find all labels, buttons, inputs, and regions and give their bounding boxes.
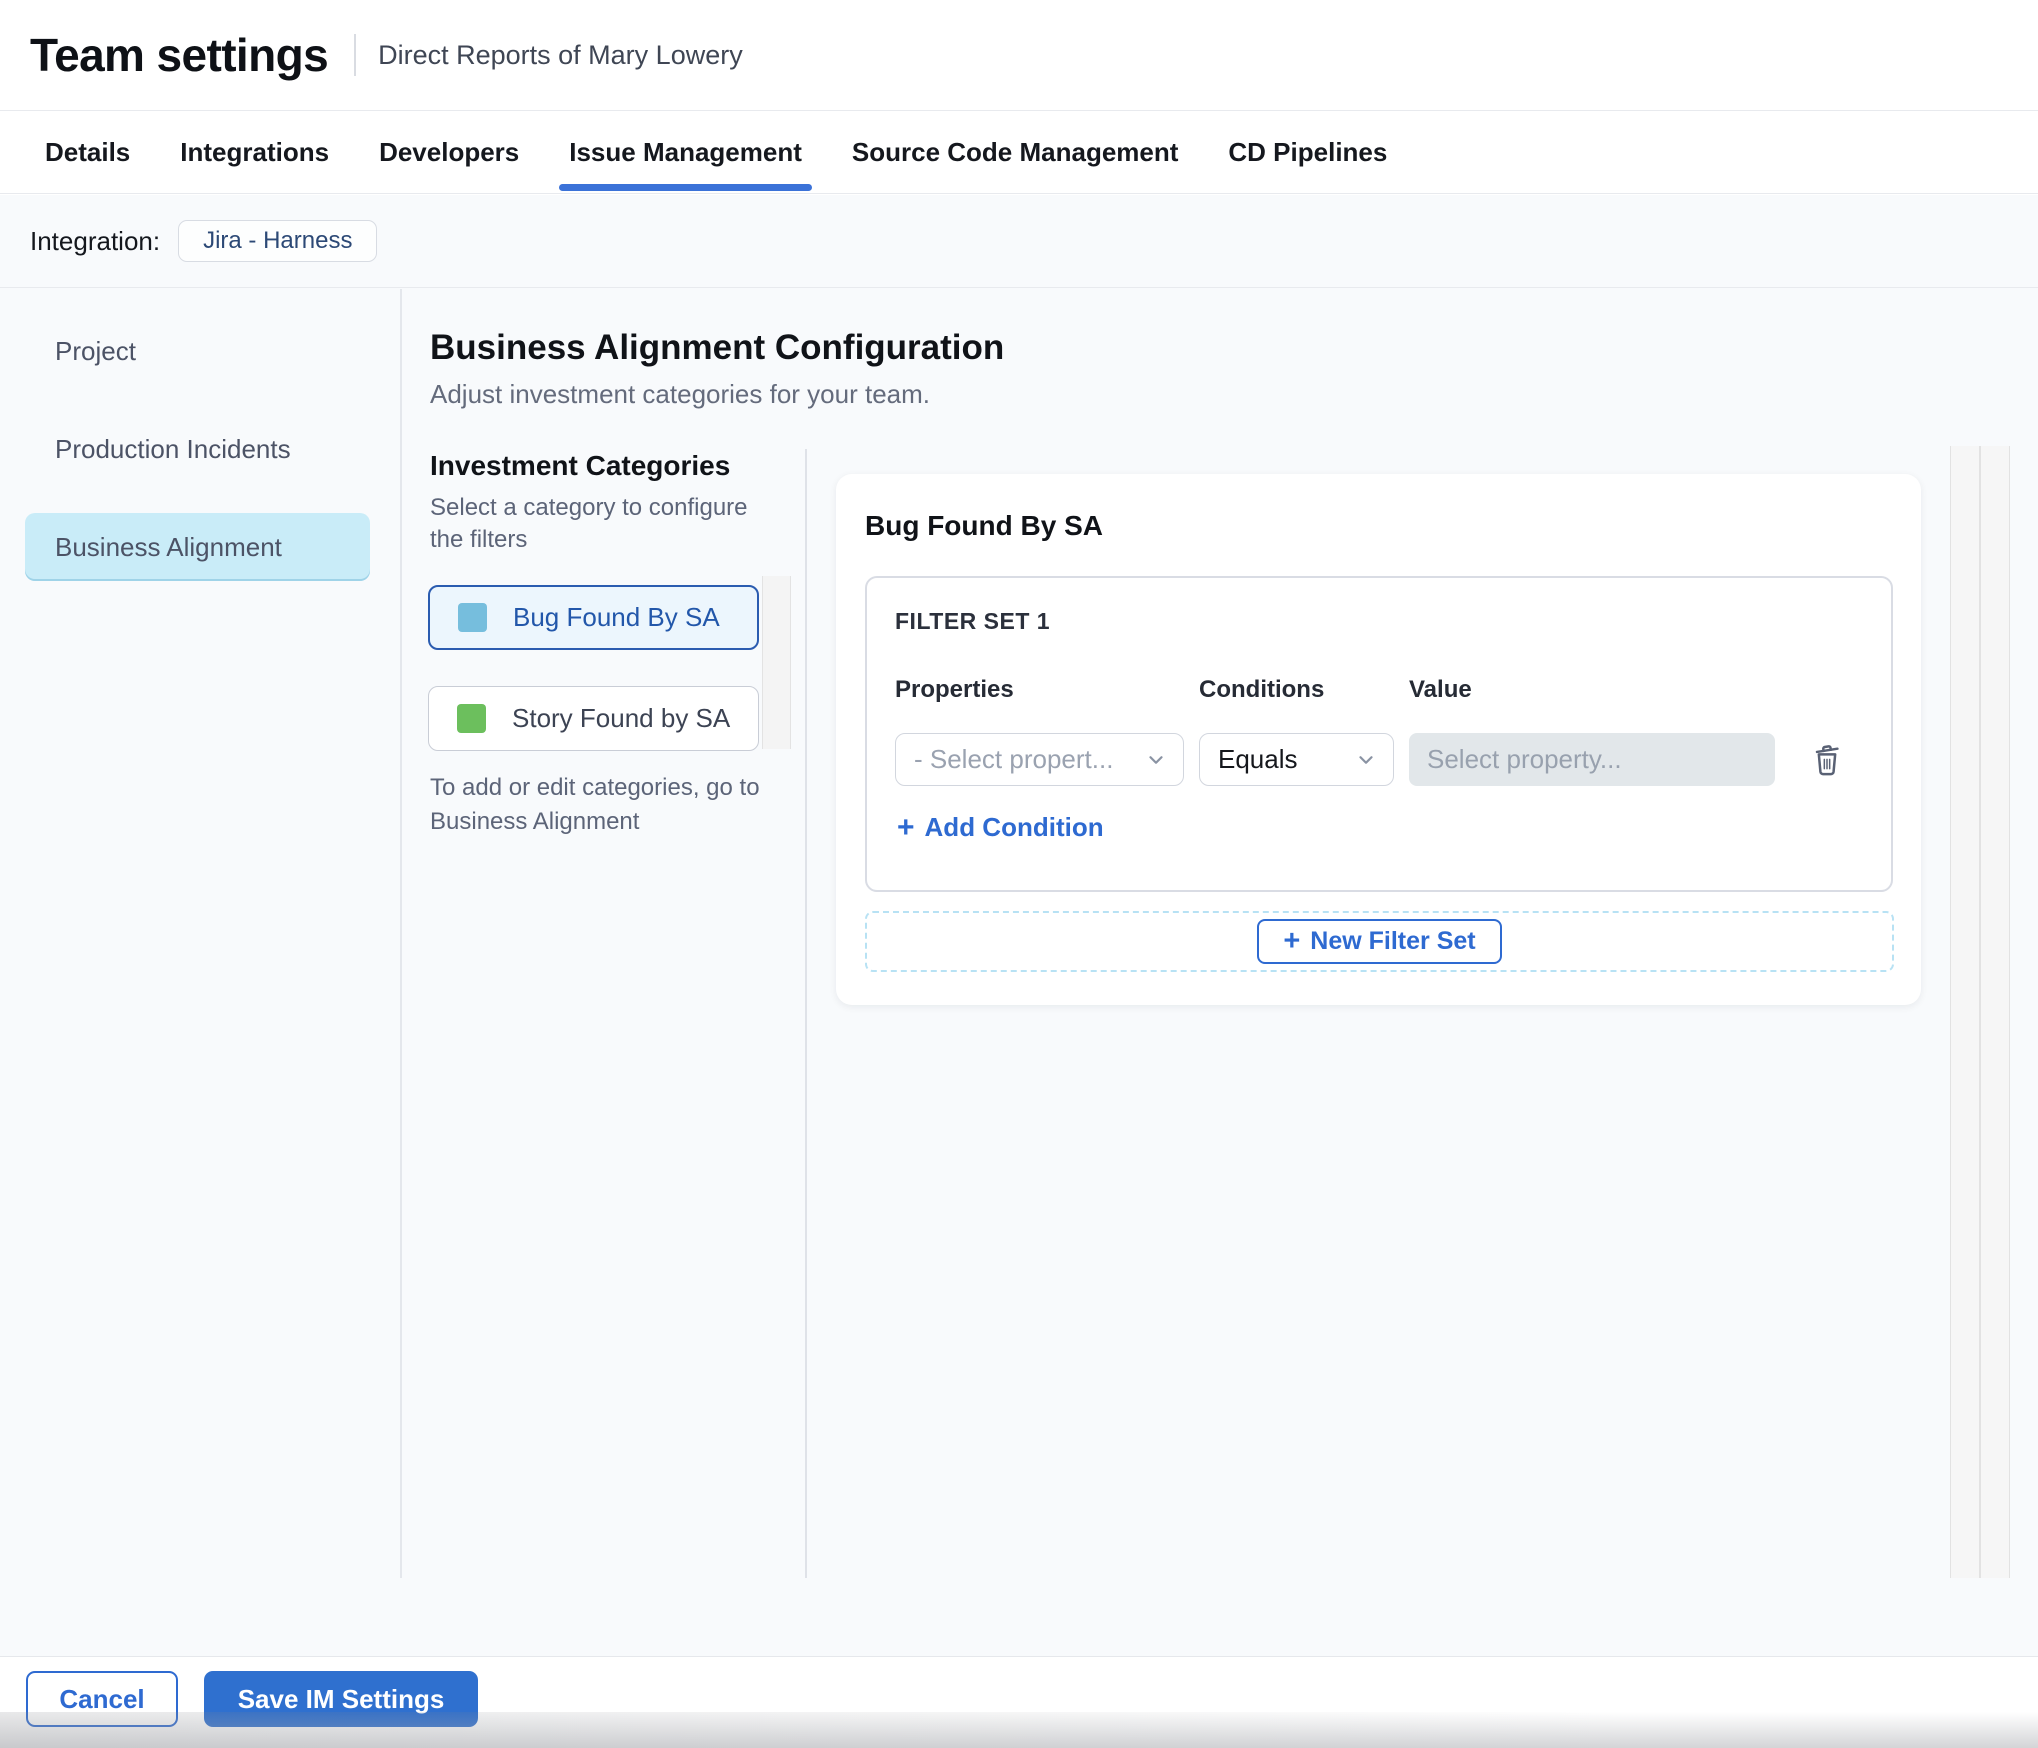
sidebar-item-project[interactable]: Project	[25, 317, 370, 385]
sidebar-item-production-incidents[interactable]: Production Incidents	[25, 415, 370, 483]
outer-scrollbar-track[interactable]	[1950, 446, 1980, 1578]
page-subtitle: Direct Reports of Mary Lowery	[378, 39, 743, 70]
cancel-button[interactable]: Cancel	[26, 1671, 178, 1727]
integration-chip[interactable]: Jira - Harness	[178, 220, 378, 262]
sidebar-divider	[400, 289, 402, 1578]
condition-select[interactable]: Equals	[1199, 733, 1394, 786]
column-label-value: Value	[1409, 676, 1472, 703]
save-im-settings-button[interactable]: Save IM Settings	[204, 1671, 478, 1727]
new-filter-set-button[interactable]: + New Filter Set	[1257, 919, 1502, 964]
settings-tab-bar: Details Integrations Developers Issue Ma…	[0, 110, 2038, 194]
add-condition-label: Add Condition	[924, 812, 1104, 842]
category-config-card: Bug Found By SA FILTER SET 1 Properties …	[836, 474, 1921, 1005]
category-bug-found-by-sa[interactable]: Bug Found By SA	[428, 585, 759, 650]
category-list-scrollbar[interactable]	[762, 576, 791, 749]
filter-set-box: FILTER SET 1 Properties Conditions Value…	[865, 576, 1893, 892]
page-header: Team settings Direct Reports of Mary Low…	[0, 0, 2038, 110]
sidebar-item-business-alignment[interactable]: Business Alignment	[25, 513, 370, 581]
category-label: Bug Found By SA	[513, 602, 720, 632]
condition-select-value: Equals	[1218, 744, 1298, 774]
category-story-found-by-sa[interactable]: Story Found by SA	[428, 686, 759, 751]
column-label-conditions: Conditions	[1199, 676, 1325, 703]
integration-label: Integration:	[30, 225, 161, 256]
new-filter-set-dropzone: + New Filter Set	[865, 911, 1894, 972]
category-color-swatch	[457, 704, 486, 733]
categories-note: To add or edit categories, go to Busines…	[430, 774, 760, 835]
plus-icon: +	[1283, 925, 1301, 957]
page-title: Team settings	[30, 29, 329, 81]
investment-categories-hint: Select a category to configure the filte…	[430, 494, 748, 553]
property-select-placeholder: - Select propert...	[914, 744, 1114, 774]
new-filter-set-label: New Filter Set	[1310, 927, 1476, 955]
property-select[interactable]: - Select propert...	[895, 733, 1184, 786]
category-label: Story Found by SA	[512, 703, 731, 733]
tab-developers[interactable]: Developers	[375, 111, 523, 193]
plus-icon: +	[897, 810, 915, 844]
tab-cd-pipelines[interactable]: CD Pipelines	[1224, 111, 1391, 193]
add-condition-button[interactable]: + Add Condition	[891, 811, 1110, 844]
tab-issue-management[interactable]: Issue Management	[559, 111, 812, 193]
chevron-down-icon	[1149, 755, 1163, 764]
content-area: Integration: Jira - Harness Project Prod…	[0, 195, 2038, 1657]
inner-scrollbar-track[interactable]	[1980, 446, 2010, 1578]
tab-integrations[interactable]: Integrations	[176, 111, 333, 193]
footer-action-bar: Cancel Save IM Settings	[0, 1656, 2038, 1748]
integration-row: Integration: Jira - Harness	[0, 195, 2038, 288]
trash-icon	[1815, 744, 1839, 775]
tab-details[interactable]: Details	[41, 111, 134, 193]
delete-condition-button[interactable]	[1805, 738, 1849, 782]
investment-categories-heading: Investment Categories	[430, 450, 731, 481]
chevron-down-icon	[1359, 755, 1373, 764]
settings-sidebar: Project Production Incidents Business Al…	[0, 289, 400, 611]
page-section-subtitle: Adjust investment categories for your te…	[430, 379, 931, 409]
category-color-swatch	[458, 603, 487, 632]
team-settings-page: Team settings Direct Reports of Mary Low…	[0, 0, 2038, 1748]
filter-set-heading: FILTER SET 1	[895, 608, 1051, 634]
column-label-properties: Properties	[895, 676, 1014, 703]
page-section-title: Business Alignment Configuration	[430, 328, 1005, 367]
title-divider	[354, 34, 357, 76]
section-divider	[805, 449, 807, 1578]
tab-source-code-management[interactable]: Source Code Management	[848, 111, 1183, 193]
value-input[interactable]	[1409, 733, 1775, 786]
config-card-title: Bug Found By SA	[865, 510, 1103, 541]
